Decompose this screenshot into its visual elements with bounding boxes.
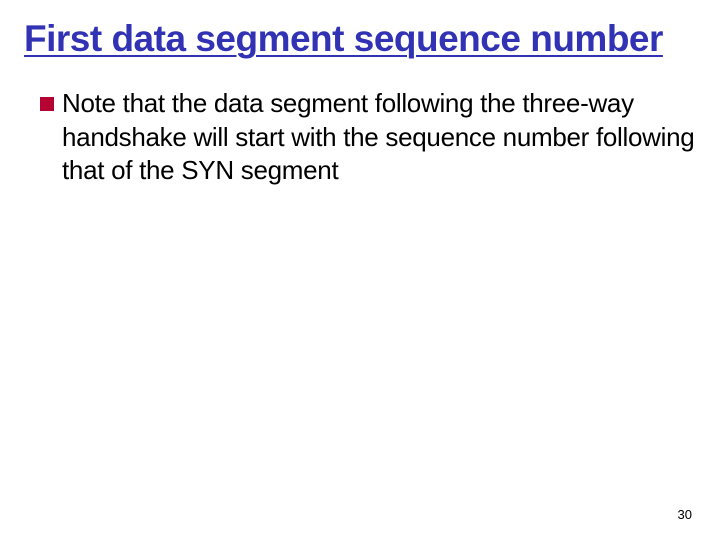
bullet-square-icon	[40, 97, 54, 111]
bullet-item: Note that the data segment following the…	[40, 87, 696, 187]
bullet-text: Note that the data segment following the…	[62, 87, 696, 187]
slide-title: First data segment sequence number	[24, 18, 696, 59]
slide: First data segment sequence number Note …	[0, 0, 720, 540]
slide-body: Note that the data segment following the…	[24, 87, 696, 187]
page-number: 30	[678, 507, 692, 522]
